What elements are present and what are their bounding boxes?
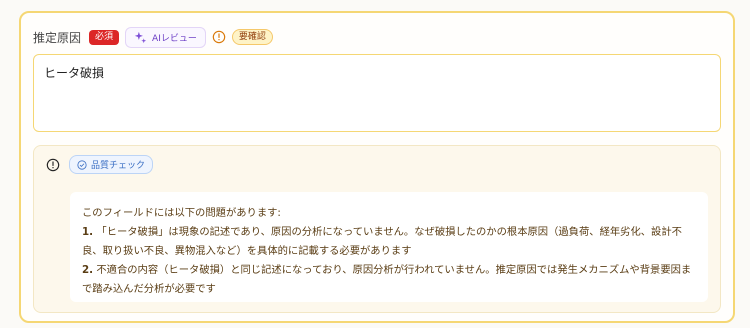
- quality-check-badge: 品質チェック: [69, 155, 154, 174]
- issue-item: 2. 不適合の内容（ヒータ破損）と同じ記述になっており、原因分析が行われていませ…: [82, 261, 696, 299]
- ai-review-button[interactable]: AIレビュー: [125, 26, 206, 48]
- issues-intro: このフィールドには以下の問題があります:: [82, 207, 281, 219]
- alert-circle-icon: [46, 158, 60, 171]
- issue-text: 「ヒータ破損」は現象の記述であり、原因の分析になっていません。なぜ破損したのかの…: [82, 226, 682, 257]
- issue-number: 2.: [82, 264, 94, 276]
- quality-check-header: 品質チェック: [46, 155, 154, 174]
- field-label: 推定原因: [33, 30, 82, 45]
- ai-review-label: AIレビュー: [152, 33, 197, 44]
- issues-list: このフィールドには以下の問題があります: 1. 「ヒータ破損」は現象の記述であり…: [70, 192, 708, 302]
- quality-check-label: 品質チェック: [91, 161, 146, 171]
- estimated-cause-card: 推定原因 必須 AIレビュー 要確認 ヒータ破損 品質チェック このフィールドに…: [19, 11, 735, 323]
- quality-check-panel: 品質チェック このフィールドには以下の問題があります: 1. 「ヒータ破損」は現…: [33, 145, 721, 313]
- required-badge: 必須: [89, 29, 120, 45]
- issue-number: 1.: [82, 226, 94, 238]
- field-header: 推定原因 必須 AIレビュー 要確認: [33, 25, 273, 49]
- sparkle-icon: [134, 31, 147, 43]
- warning-circle-icon: [212, 30, 226, 44]
- estimated-cause-input[interactable]: ヒータ破損: [33, 54, 721, 132]
- needs-review-badge: 要確認: [231, 28, 273, 46]
- check-circle-icon: [77, 159, 87, 170]
- issue-item: 1. 「ヒータ破損」は現象の記述であり、原因の分析になっていません。なぜ破損した…: [82, 223, 696, 261]
- issue-text: 不適合の内容（ヒータ破損）と同じ記述になっており、原因分析が行われていません。推…: [82, 264, 692, 295]
